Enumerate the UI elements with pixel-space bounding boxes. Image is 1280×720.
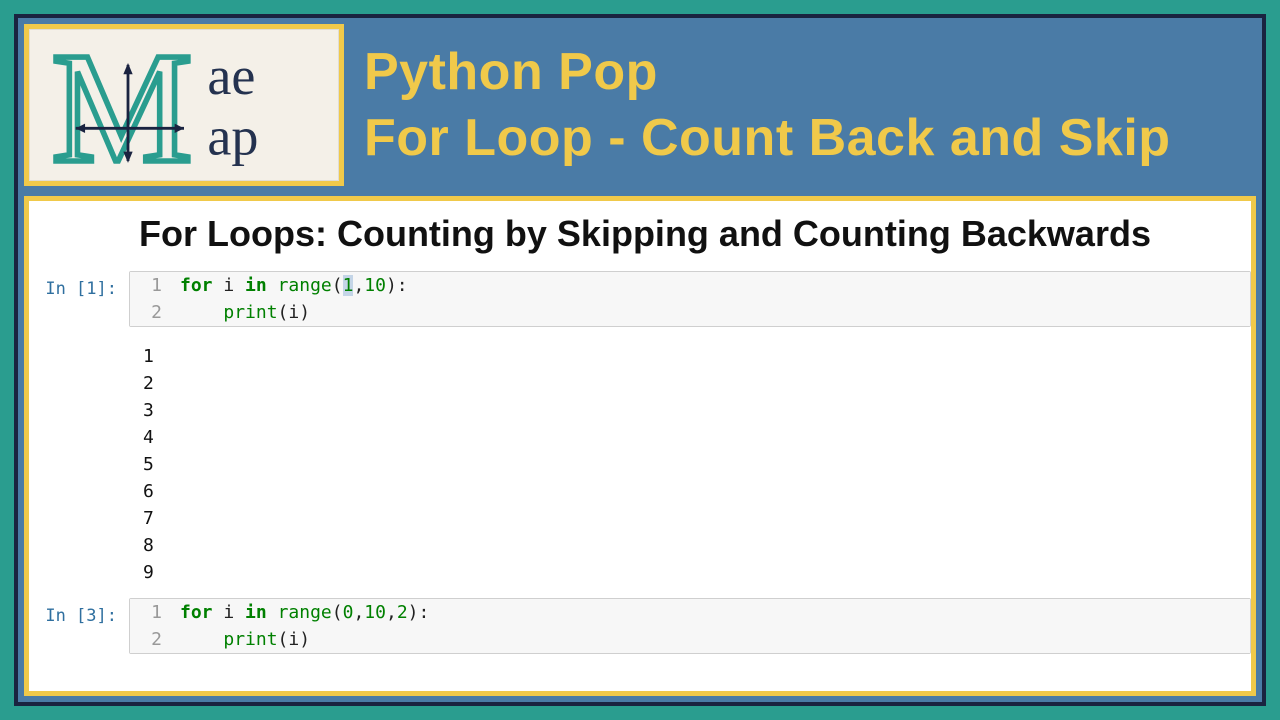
header: M ae ap Python Pop For Loop - Count Back… <box>18 18 1262 192</box>
notebook-panel: For Loops: Counting by Skipping and Coun… <box>24 196 1256 696</box>
input-prompt: In [1]: <box>29 271 129 299</box>
svg-text:M: M <box>51 35 192 175</box>
title-line-2: For Loop - Count Back and Skip <box>364 110 1262 166</box>
code-line[interactable]: print(i) <box>174 299 1250 326</box>
notebook-heading: For Loops: Counting by Skipping and Coun… <box>29 211 1251 271</box>
line-number: 2 <box>130 299 174 326</box>
code-input-area[interactable]: 1 for i in range(1,10): 2 print(i) <box>129 271 1251 327</box>
title-line-1: Python Pop <box>364 44 1262 100</box>
code-cell: In [3]: 1 for i in range(0,10,2): 2 prin… <box>29 598 1251 654</box>
video-frame: M ae ap Python Pop For Loop - Count Back… <box>14 14 1266 706</box>
code-line[interactable]: print(i) <box>174 626 1250 653</box>
cell-output: 1 2 3 4 5 6 7 8 9 <box>29 333 1251 598</box>
logo-bottom-text: ap <box>207 106 258 166</box>
code-input-area[interactable]: 1 for i in range(0,10,2): 2 print(i) <box>129 598 1251 654</box>
code-cell: In [1]: 1 for i in range(1,10): 2 print(… <box>29 271 1251 327</box>
code-line[interactable]: for i in range(1,10): <box>174 272 1250 299</box>
line-number: 1 <box>130 599 174 626</box>
input-prompt: In [3]: <box>29 598 129 626</box>
logo-top-text: ae <box>207 46 255 106</box>
line-number: 2 <box>130 626 174 653</box>
code-line[interactable]: for i in range(0,10,2): <box>174 599 1250 626</box>
line-number: 1 <box>130 272 174 299</box>
logo-box: M ae ap <box>24 24 344 186</box>
title-box: Python Pop For Loop - Count Back and Ski… <box>354 18 1262 192</box>
maemap-logo: M ae ap <box>39 35 329 175</box>
